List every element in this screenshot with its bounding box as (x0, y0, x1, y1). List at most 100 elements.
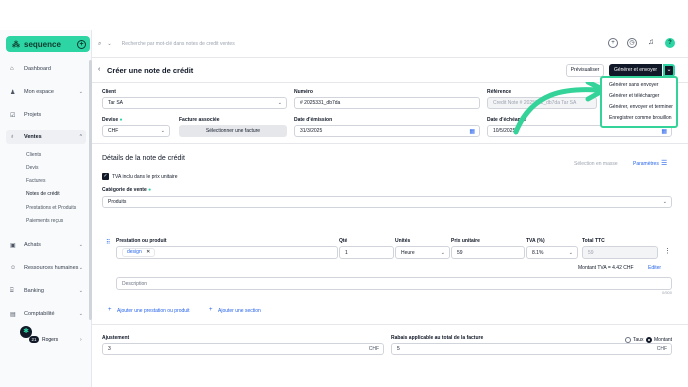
plus-icon[interactable]: + (77, 39, 86, 49)
devise-label: Devise ● (102, 117, 123, 123)
calculator-icon: ▤ (10, 311, 16, 318)
sidebar-subitem-clients[interactable]: Clients (26, 152, 41, 158)
checkbox-icon: ☑ (10, 112, 16, 119)
prestation-field[interactable]: design ✕ (116, 246, 338, 259)
chevron-down-icon[interactable]: ⌄ (107, 41, 111, 47)
montant-tva: Montant TVA = 4.42 CHF (578, 265, 634, 271)
ajustement-value: 3 (108, 346, 111, 352)
tva-select[interactable]: 8.1% ⌄ (526, 246, 578, 259)
menu-item-generate-download[interactable]: Générer et télécharger (609, 93, 659, 99)
preview-button[interactable]: Prévisualiser (566, 64, 604, 77)
plus-icon: + (209, 307, 213, 313)
sidebar-subitem-factures[interactable]: Factures (26, 178, 45, 184)
col-total: Total TTC (582, 238, 605, 244)
sidebar-item-label: Comptabilité (24, 311, 55, 317)
calendar-icon[interactable]: ▦ (661, 128, 667, 135)
prix-field[interactable]: 59 (451, 246, 525, 259)
col-unites: Unités (395, 238, 411, 244)
sidebar-scrollbar[interactable] (89, 60, 92, 320)
sidebar-subitem-prestations[interactable]: Prestations et Produits (26, 205, 76, 211)
select-invoice-button[interactable]: Sélectionner une facture (179, 125, 287, 137)
devise-select[interactable]: CHF ⌄ (102, 125, 170, 137)
calendar-icon[interactable]: ▦ (469, 128, 475, 135)
numero-label: Numéro (294, 89, 313, 95)
sidebar-item-label: Projets (24, 112, 42, 118)
page-title: Créer une note de crédit (107, 66, 194, 75)
add-icon[interactable]: + (608, 38, 618, 48)
sidebar-item-ventes[interactable]: ♁ Ventes ⌃ (6, 130, 86, 144)
devise-value: CHF (108, 128, 119, 134)
add-product-link[interactable]: Ajouter une prestation ou produit (117, 308, 190, 314)
remove-tag-icon[interactable]: ✕ (146, 249, 150, 255)
col-qte: Qté (339, 238, 348, 244)
chevron-right-icon[interactable]: › (80, 337, 82, 343)
chevron-down-icon: ⌄ (78, 242, 83, 248)
ajustement-field[interactable]: 3 CHF (102, 343, 384, 355)
tva-value: 8.1% (532, 249, 544, 256)
search-bar[interactable]: ⌕ ⌄ Recherche par mot-clé dans notes de … (98, 37, 596, 51)
bulk-select-label[interactable]: Sélection en masse (574, 161, 618, 167)
sidebar-item-projets[interactable]: ☑ Projets (6, 108, 86, 122)
description-field[interactable]: Description (116, 277, 672, 290)
numero-value: # 2025331_db7da (300, 100, 341, 106)
sidebar-item-label: Banking (24, 288, 44, 294)
search-input[interactable]: Recherche par mot-clé dans notes de cred… (122, 41, 235, 47)
unite-select[interactable]: Heure ⌄ (395, 246, 450, 259)
rabais-label: Rabais applicable au total de la facture (391, 335, 484, 341)
sidebar-subitem-notes-de-credit[interactable]: Notes de crédit (26, 191, 60, 197)
menu-lines-icon[interactable]: ☰ (661, 159, 667, 167)
rabais-currency: CHF (656, 346, 667, 352)
sidebar-subitem-devis[interactable]: Devis (26, 165, 39, 171)
chevron-down-icon: ⌄ (440, 249, 445, 256)
qte-field[interactable]: 1 (339, 246, 394, 259)
bag-icon: ▣ (10, 242, 16, 249)
product-tag[interactable]: design ✕ (122, 248, 156, 257)
tva-included-checkbox[interactable]: ✓ (102, 173, 109, 180)
person-icon: ♟ (10, 89, 16, 96)
rabais-value: 5 (397, 346, 400, 352)
rabais-field[interactable]: 5 CHF (391, 343, 672, 355)
sidebar-item-comptabilite[interactable]: ▤ Comptabilité ⌄ (6, 307, 86, 321)
sidebar-item-rh[interactable]: ☺ Ressources humaines ⌄ (6, 261, 86, 275)
info-icon[interactable]: ● (120, 117, 123, 123)
row-options-icon[interactable]: ⋮ (664, 247, 671, 255)
sidebar-item-achats[interactable]: ▣ Achats ⌄ (6, 238, 86, 252)
total-value: 59 (588, 249, 594, 256)
sidebar-item-banking[interactable]: ⌸ Banking ⌄ (6, 284, 86, 298)
add-section-link[interactable]: Ajouter une section (218, 308, 261, 314)
unite-value: Heure (401, 249, 415, 256)
col-prix: Prix unitaire (451, 238, 480, 244)
facture-label: Facture associée (179, 117, 220, 123)
clock-icon[interactable]: ◷ (627, 38, 637, 48)
sidebar-item-dashboard[interactable]: ⌂ Dashboard (6, 62, 86, 76)
numero-field[interactable]: # 2025331_db7da (294, 97, 480, 109)
sidebar-subitem-paiements[interactable]: Paiements reçus (26, 218, 63, 224)
back-chevron-icon[interactable]: ‹ (98, 66, 100, 73)
brand-name: sequence (24, 39, 61, 49)
details-title: Détails de la note de crédit (102, 155, 185, 162)
plus-icon: + (108, 307, 112, 313)
totals-divider (92, 324, 688, 325)
bell-icon[interactable]: ♫ (646, 38, 656, 48)
brand-logo[interactable]: ⁂ sequence + (6, 36, 90, 52)
menu-item-generate-send-finish[interactable]: Générer, envoyer et terminer (609, 104, 673, 110)
date-emission-field[interactable]: 31/3/2025 ▦ (294, 125, 480, 137)
bank-icon: ⌸ (10, 287, 14, 294)
sidebar-item-label: Ressources humaines (24, 265, 79, 271)
sidebar-item-mon-espace[interactable]: ♟ Mon espace ⌄ (6, 85, 86, 99)
chevron-down-icon: ⌄ (78, 89, 83, 95)
menu-item-save-draft[interactable]: Enregistrer comme brouillon (609, 115, 672, 121)
menu-item-generate-no-send[interactable]: Générer sans envoyer (609, 82, 658, 88)
ajustement-currency: CHF (368, 346, 379, 352)
client-select[interactable]: Tar SA ⌄ (102, 97, 287, 109)
chevron-down-icon: ⌄ (78, 311, 83, 317)
info-icon[interactable]: ● (148, 187, 151, 193)
chevron-down-icon: ⌄ (78, 265, 83, 271)
help-icon[interactable]: ? (665, 38, 675, 48)
parametres-link[interactable]: Paramètres (633, 161, 659, 167)
user-name[interactable]: Rogers (42, 337, 58, 343)
drag-handle-icon[interactable]: ⠿ (106, 239, 110, 246)
col-tva: TVA (%) (526, 238, 545, 244)
categorie-select[interactable]: Produits ⌄ (102, 196, 672, 208)
edit-tva-link[interactable]: Editer (648, 265, 661, 271)
